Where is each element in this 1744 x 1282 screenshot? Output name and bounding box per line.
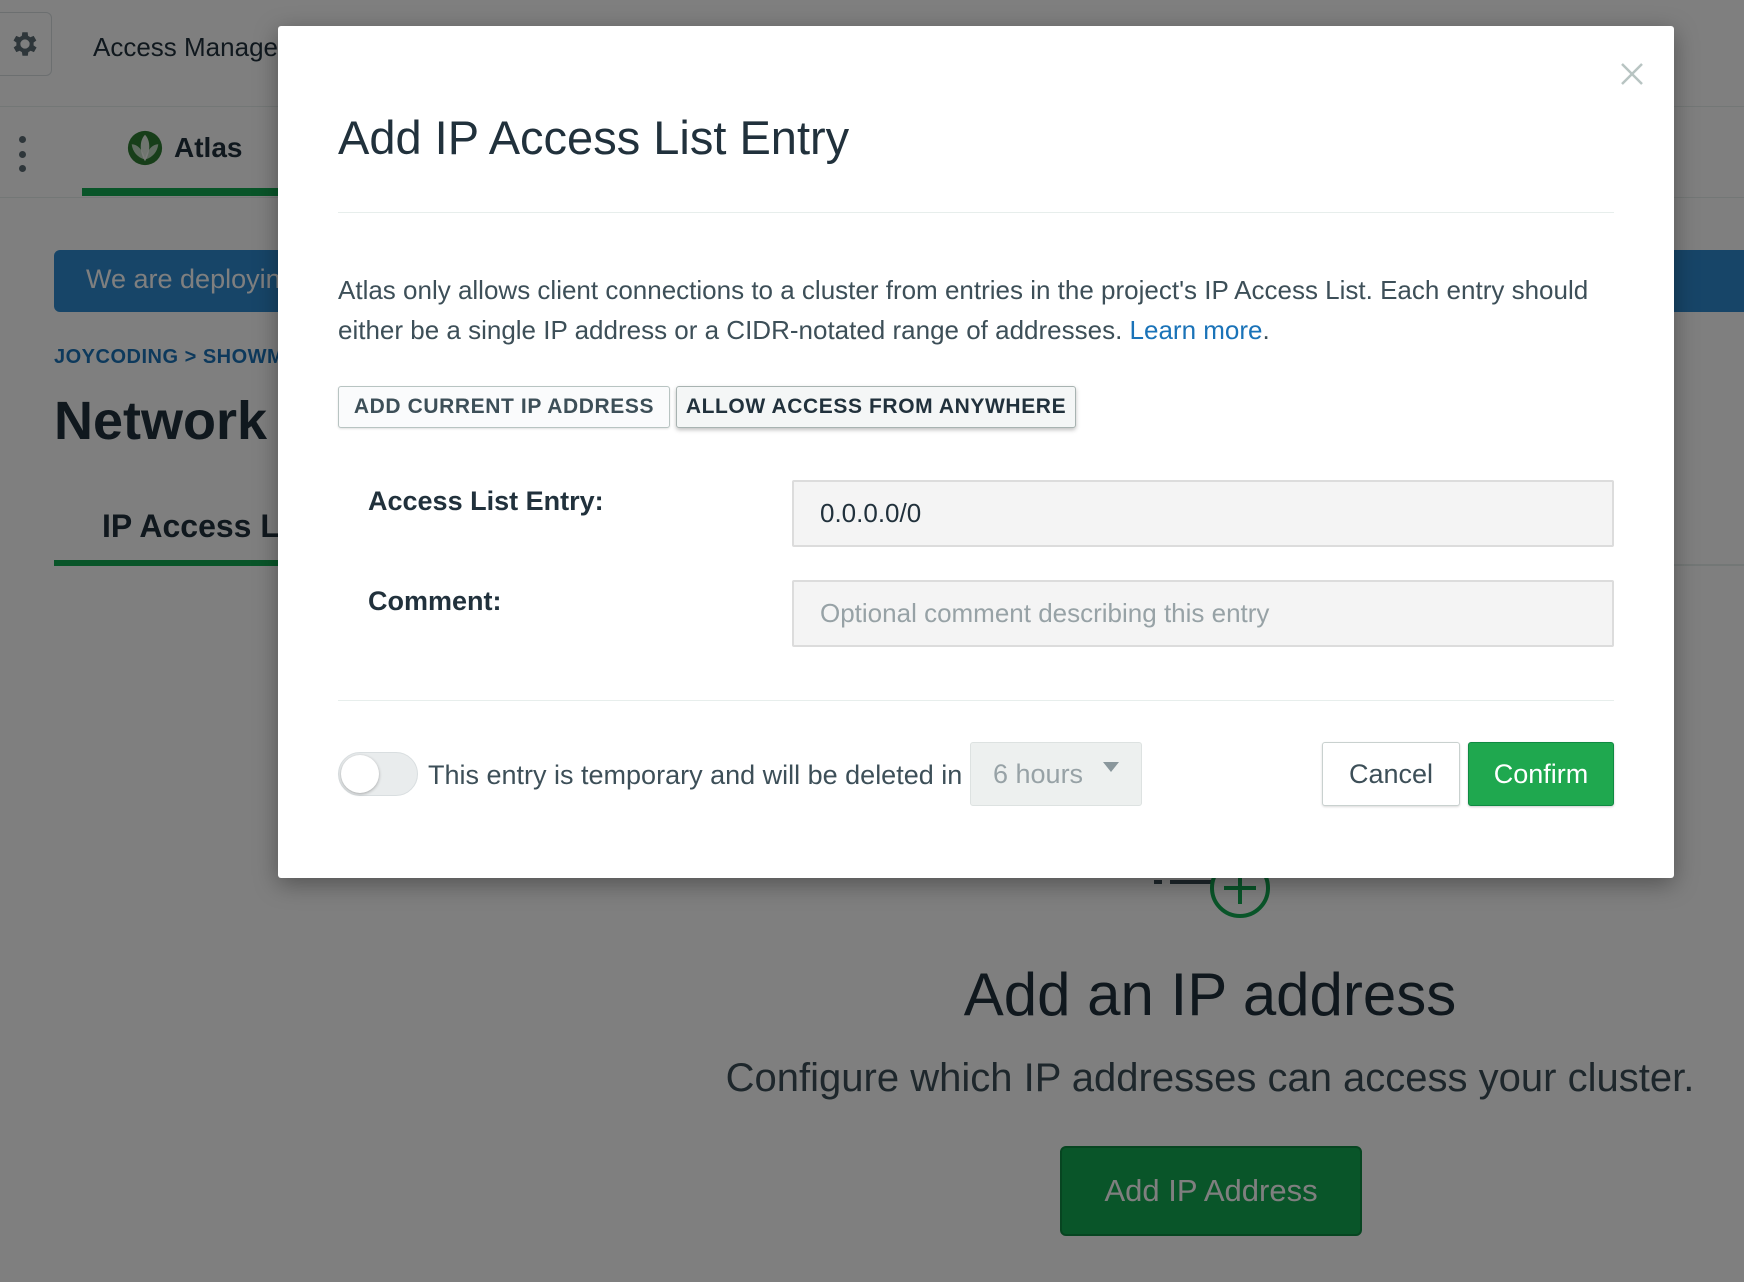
allow-access-anywhere-button[interactable]: ALLOW ACCESS FROM ANYWHERE	[676, 386, 1076, 428]
learn-more-link[interactable]: Learn more	[1130, 315, 1263, 345]
temporary-entry-toggle[interactable]	[338, 752, 418, 796]
add-current-ip-button[interactable]: ADD CURRENT IP ADDRESS	[338, 386, 670, 428]
temporary-entry-text: This entry is temporary and will be dele…	[428, 760, 963, 790]
close-icon	[1621, 63, 1643, 85]
toggle-knob	[341, 755, 379, 793]
modal-title: Add IP Access List Entry	[338, 111, 850, 164]
access-list-entry-label: Access List Entry:	[368, 486, 604, 516]
cancel-button[interactable]: Cancel	[1322, 742, 1460, 806]
close-button[interactable]	[1614, 56, 1650, 92]
confirm-button[interactable]: Confirm	[1468, 742, 1614, 806]
caret-down-icon	[1103, 762, 1119, 772]
duration-selected-value: 6 hours	[993, 758, 1084, 789]
description-text: Atlas only allows client connections to …	[338, 275, 1589, 345]
access-list-entry-input[interactable]	[792, 480, 1614, 547]
description-period: .	[1262, 315, 1270, 345]
duration-select[interactable]: 6 hours	[970, 742, 1142, 806]
comment-input[interactable]	[792, 580, 1614, 647]
header-divider	[338, 212, 1614, 213]
modal-description: Atlas only allows client connections to …	[338, 270, 1628, 350]
add-ip-modal: Add IP Access List Entry Atlas only allo…	[278, 26, 1674, 878]
comment-label: Comment:	[368, 586, 502, 616]
footer-divider	[338, 700, 1614, 701]
